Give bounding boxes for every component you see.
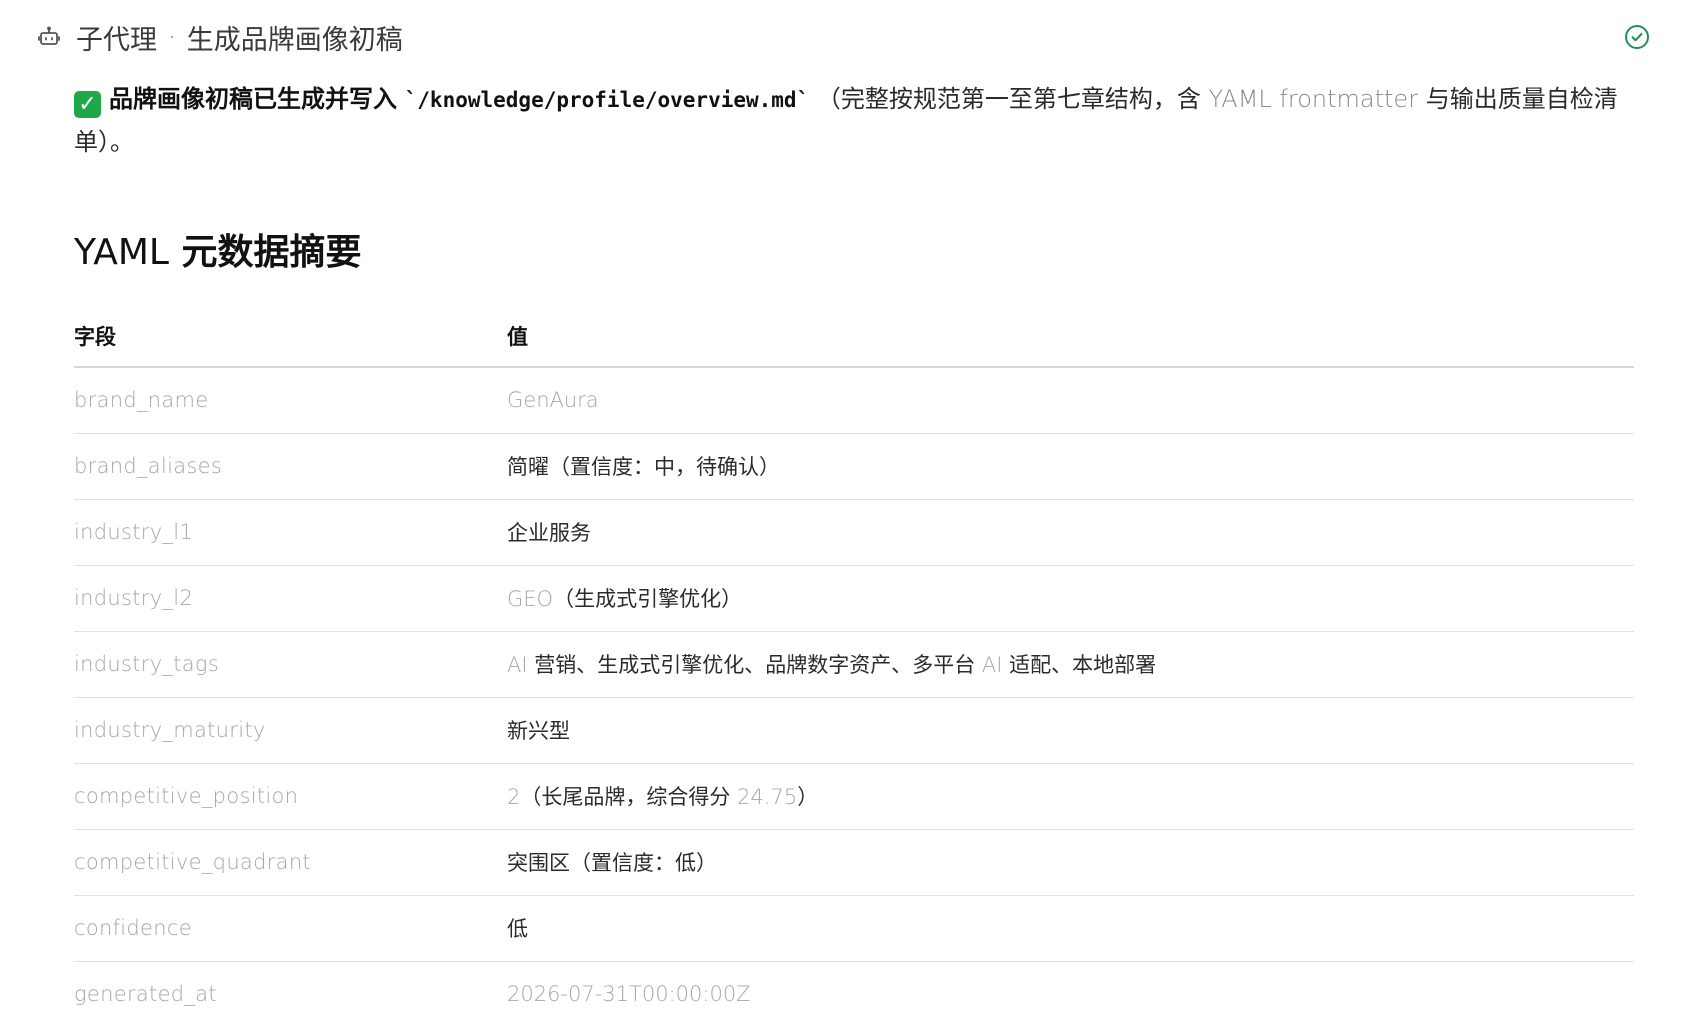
- section-label: 子代理: [76, 24, 157, 56]
- message-body: ✓ 品牌画像初稿已生成并写入 `/knowledge/profile/overvi…: [36, 78, 1656, 1027]
- field-value: GEO（生成式引擎优化）: [507, 565, 1634, 632]
- field-value: 突围区（置信度：低）: [507, 829, 1634, 896]
- value-segment: 2026-07-31T00:00:00Z: [507, 982, 751, 1007]
- panel-header: 子代理 · 生成品牌画像初稿: [36, 18, 1656, 56]
- field-value: AI 营销、生成式引擎优化、品牌数字资产、多平台 AI 适配、本地部署: [507, 631, 1634, 698]
- field-name: industry_l1: [74, 499, 507, 566]
- value-segment: 营销、生成式引擎优化、品牌数字资产、多平台: [527, 653, 982, 677]
- value-segment: 适配、本地部署: [1002, 653, 1157, 677]
- value-segment: 新兴型: [507, 719, 570, 743]
- table-body: brand_name GenAura brand_aliases 简曜（置信度：中，待…: [74, 367, 1634, 1027]
- field-name: competitive_position: [74, 763, 507, 830]
- table-row: confidence 低: [74, 895, 1634, 962]
- value-segment: 2: [507, 785, 521, 809]
- metadata-table: 字段 值 brand_name GenAura brand_aliases 简曜（置信…: [74, 305, 1634, 1027]
- section-heading-cn: 元数据摘要: [181, 232, 362, 273]
- field-value: 低: [507, 895, 1634, 962]
- field-value: 2（长尾品牌，综合得分 24.75）: [507, 763, 1634, 830]
- table-row: industry_l2 GEO（生成式引擎优化）: [74, 565, 1634, 632]
- file-path: `/knowledge/profile/overview.md`: [404, 88, 810, 112]
- value-segment: GEO: [507, 587, 554, 611]
- field-value: 2026-07-31T00:00:00Z: [507, 961, 1634, 1027]
- value-segment: GenAura: [507, 388, 599, 413]
- yaml-term: YAML frontmatter: [1208, 85, 1419, 113]
- field-name: industry_maturity: [74, 697, 507, 764]
- field-value: GenAura: [507, 367, 1634, 434]
- table-row: competitive_position 2（长尾品牌，综合得分 24.75）: [74, 763, 1634, 830]
- status-notice: ✓ 品牌画像初稿已生成并写入 `/knowledge/profile/overvi…: [74, 78, 1634, 163]
- value-segment: ）: [797, 785, 819, 809]
- value-segment: AI: [981, 653, 1003, 677]
- field-value: 简曜（置信度：中，待确认）: [507, 433, 1634, 500]
- table-row: industry_maturity 新兴型: [74, 697, 1634, 764]
- table-row: brand_aliases 简曜（置信度：中，待确认）: [74, 433, 1634, 500]
- field-value: 新兴型: [507, 697, 1634, 764]
- value-segment: 企业服务: [507, 521, 591, 545]
- table-row: industry_tags AI 营销、生成式引擎优化、品牌数字资产、多平台 AI…: [74, 631, 1634, 698]
- value-segment: 低: [507, 917, 528, 941]
- field-name: industry_l2: [74, 565, 507, 632]
- subagent-panel: 子代理 · 生成品牌画像初稿 ✓ 品牌画像初稿已生成并写入 `/knowledge…: [0, 0, 1692, 1034]
- field-name: generated_at: [74, 982, 217, 1007]
- table-row: industry_l1 企业服务: [74, 499, 1634, 566]
- check-circle-icon: [1622, 22, 1652, 52]
- breadcrumb: 子代理 · 生成品牌画像初稿: [76, 18, 403, 57]
- value-segment: 简曜（置信度：中，待确认）: [507, 455, 780, 479]
- page-title: 生成品牌画像初稿: [186, 24, 403, 56]
- section-heading: YAML 元数据摘要: [74, 229, 1634, 277]
- notice-paren-open: （完整按规范第一至第七章结构，含: [816, 85, 1201, 113]
- value-segment: 突围区（置信度：低）: [507, 851, 717, 875]
- check-mark-icon: ✓: [74, 91, 101, 118]
- table-row: brand_name GenAura: [74, 367, 1634, 434]
- robot-icon: [36, 24, 62, 50]
- value-segment: AI: [507, 653, 528, 677]
- value-segment: （长尾品牌，综合得分: [520, 785, 738, 809]
- field-name: confidence: [74, 895, 507, 962]
- field-name: competitive_quadrant: [74, 829, 507, 896]
- field-value: 企业服务: [507, 499, 1634, 566]
- column-header-value: 值: [507, 305, 1634, 368]
- field-name: industry_tags: [74, 631, 507, 698]
- breadcrumb-separator: ·: [169, 26, 175, 48]
- table-row: competitive_quadrant 突围区（置信度：低）: [74, 829, 1634, 896]
- table-header-row: 字段 值: [74, 305, 1634, 368]
- section-heading-latin: YAML: [74, 232, 169, 273]
- value-segment: （生成式引擎优化）: [553, 587, 743, 611]
- table-row: generated_at 2026-07-31T00:00:00Z: [74, 961, 1634, 1027]
- value-segment: 24.75: [737, 785, 798, 809]
- notice-bold-text: 品牌画像初稿已生成并写入: [109, 85, 397, 113]
- field-name: brand_name: [74, 367, 507, 434]
- column-header-field: 字段: [74, 305, 507, 368]
- field-name: brand_aliases: [74, 433, 507, 500]
